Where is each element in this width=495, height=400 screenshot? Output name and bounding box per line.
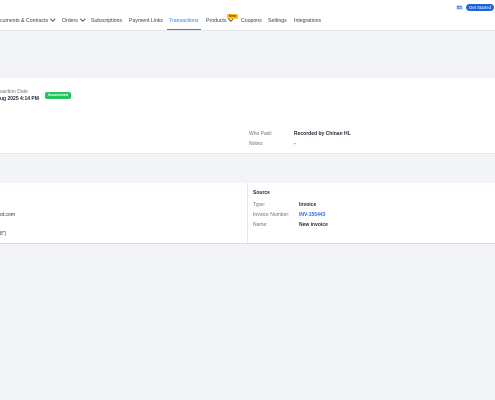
who-paid-value: Recorded by Chinan HL: [294, 131, 351, 137]
tab-coupons[interactable]: Coupons: [241, 0, 262, 30]
section-divider: [247, 183, 248, 243]
invoice-number-label: Invoice Number:: [253, 212, 290, 218]
transaction-summary-card: saction Date ug 2025 4:14 PM Succeeded W…: [0, 78, 495, 154]
active-tab-indicator: [167, 28, 201, 30]
tab-documents-contracts[interactable]: cuments & Contracts: [0, 0, 56, 30]
tab-label: Coupons: [241, 18, 262, 24]
notes-label: Notes:: [249, 141, 264, 147]
tab-payment-links[interactable]: Payment Links: [129, 0, 163, 30]
customer-address: 8"): [0, 231, 7, 237]
source-type-value: Invoice: [299, 202, 317, 208]
new-badge: New: [227, 14, 238, 19]
source-name-label: Name:: [253, 222, 268, 228]
get-started-button[interactable]: Get Started: [466, 4, 494, 11]
envelope-icon: [457, 6, 462, 9]
chevron-down-icon: [50, 16, 56, 22]
invoice-number-link[interactable]: INV-155443: [299, 212, 325, 218]
tab-label: Subscriptions: [91, 18, 123, 24]
transaction-date-label: saction Date: [0, 89, 28, 95]
tab-subscriptions[interactable]: Subscriptions: [91, 0, 122, 30]
tab-transactions[interactable]: Transactions: [167, 0, 201, 30]
tab-settings[interactable]: Settings: [268, 0, 287, 30]
tab-label: Settings: [268, 18, 287, 24]
source-name-value: New invoice: [299, 222, 328, 228]
top-navigation: cuments & Contracts Orders Subscriptions…: [0, 0, 495, 31]
chevron-down-icon: [80, 16, 86, 22]
tab-label: Payment Links: [129, 18, 164, 24]
tab-orders[interactable]: Orders: [62, 0, 86, 30]
tab-integrations[interactable]: Integrations: [294, 0, 321, 30]
tab-label: Transactions: [169, 18, 199, 24]
source-type-label: Type:: [253, 202, 266, 208]
tab-label: Products: [206, 18, 227, 24]
transaction-details-card: ot.com 8") Source Type: Invoice Invoice …: [0, 183, 495, 244]
source-title: Source: [253, 190, 270, 196]
tab-label: Orders: [62, 18, 78, 24]
notes-value: -: [294, 141, 296, 147]
status-badge: Succeeded: [45, 92, 71, 99]
who-paid-label: Who Paid:: [249, 131, 273, 137]
mail-icon[interactable]: [456, 5, 463, 10]
transaction-date-value: ug 2025 4:14 PM: [0, 96, 39, 102]
customer-email: ot.com: [0, 212, 16, 218]
tab-label: Integrations: [294, 18, 322, 24]
tab-label: cuments & Contracts: [0, 18, 49, 24]
